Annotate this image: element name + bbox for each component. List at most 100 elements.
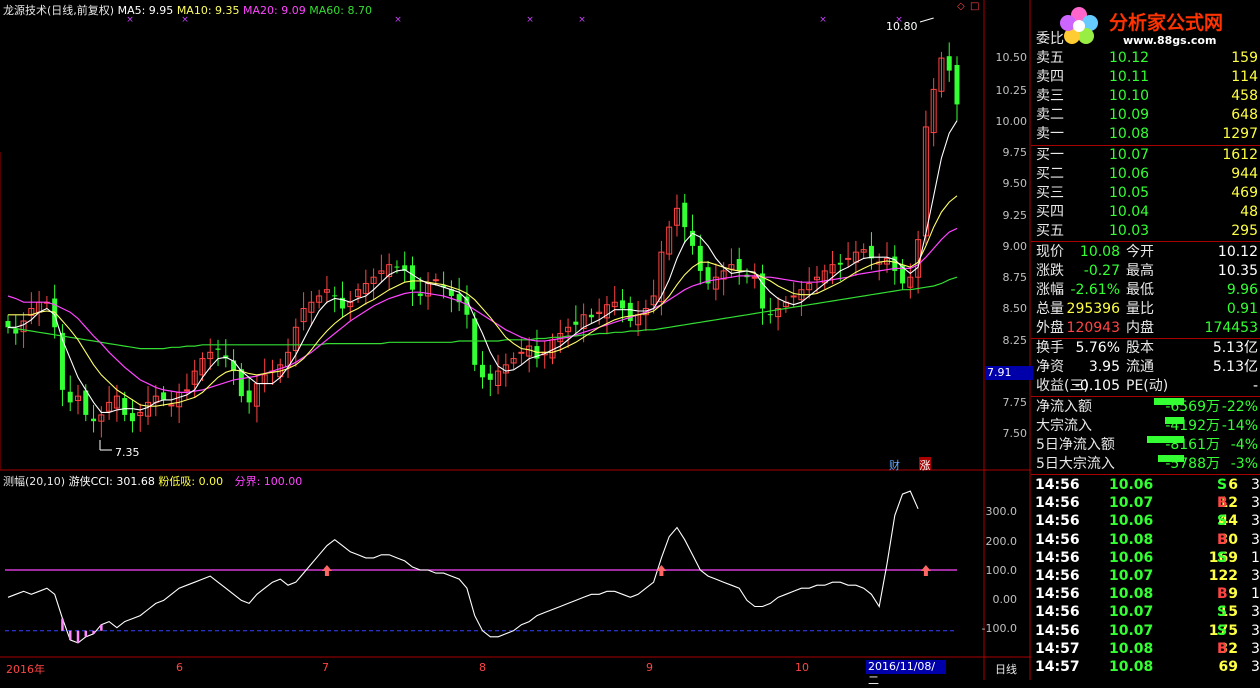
divider bbox=[1031, 241, 1260, 242]
quote-label: 最低 bbox=[1126, 282, 1154, 298]
flow-value: -6569万 bbox=[1165, 399, 1220, 415]
indicator-tick: 200.0 bbox=[985, 535, 1018, 548]
ask-price: 10.08 bbox=[1109, 126, 1150, 142]
indicator-axis: 300.0 200.0 100.0 0.00 -100.0 bbox=[982, 473, 1031, 658]
stats-row[interactable]: 收益(三) -0.105 PE(动) - bbox=[1031, 377, 1260, 396]
quote-value: 295396 bbox=[1066, 301, 1120, 317]
ask-volume: 648 bbox=[1231, 107, 1258, 123]
quote-row[interactable]: 涨跌 -0.27 最高 10.35 bbox=[1031, 262, 1260, 281]
restore-icon[interactable]: □ bbox=[970, 1, 979, 12]
rise-badge[interactable]: 涨 bbox=[919, 457, 931, 472]
tick-row[interactable]: 14:56 10.07 15 S 3 bbox=[1031, 603, 1260, 622]
stat-label: 净资 bbox=[1036, 359, 1064, 375]
ask-row[interactable]: 卖二 10.09 648 bbox=[1031, 106, 1260, 125]
tick-row[interactable]: 14:56 10.07 175 S 3 bbox=[1031, 622, 1260, 641]
flow-row[interactable]: 5日大宗流入 -5788万 -3% bbox=[1031, 455, 1260, 474]
tick-row[interactable]: 14:56 10.06 44 S 3 bbox=[1031, 512, 1260, 531]
divider bbox=[1031, 145, 1260, 146]
tick-side: B bbox=[1217, 640, 1228, 657]
quote-row[interactable]: 涨幅 -2.61% 最低 9.96 bbox=[1031, 281, 1260, 300]
candle-body bbox=[954, 64, 960, 105]
ask-row[interactable]: 卖四 10.11 114 bbox=[1031, 68, 1260, 87]
bid-row[interactable]: 买一 10.07 1612 bbox=[1031, 146, 1260, 165]
price-tick: 9.50 bbox=[1002, 177, 1028, 190]
price-tick: 10.50 bbox=[995, 51, 1028, 64]
flow-label: 净流入额 bbox=[1036, 399, 1092, 415]
period-button[interactable]: 日线 bbox=[995, 661, 1017, 677]
tick-row[interactable]: 14:56 10.06 169 S 10 bbox=[1031, 549, 1260, 568]
bid-price: 10.03 bbox=[1109, 223, 1150, 239]
order-book-header: 委比 bbox=[1031, 30, 1260, 49]
stat-label: PE(动) bbox=[1126, 378, 1169, 394]
quote-row[interactable]: 总量 295396 量比 0.91 bbox=[1031, 300, 1260, 319]
quote-row[interactable]: 外盘 120943 内盘 174453 bbox=[1031, 319, 1260, 338]
quote-value: 120943 bbox=[1066, 320, 1120, 336]
tick-price: 10.06 bbox=[1109, 513, 1154, 530]
tick-price: 10.06 bbox=[1109, 549, 1154, 566]
tick-price: 10.07 bbox=[1109, 604, 1154, 621]
tick-volume: 69 bbox=[1218, 659, 1238, 675]
candle-body bbox=[13, 329, 19, 334]
bid-label: 买三 bbox=[1036, 185, 1064, 201]
bid-row[interactable]: 买三 10.05 469 bbox=[1031, 184, 1260, 203]
tick-row[interactable]: 14:57 10.08 69 3 bbox=[1031, 658, 1260, 677]
ask-label: 卖五 bbox=[1036, 50, 1064, 66]
quote-label: 涨跌 bbox=[1036, 263, 1064, 279]
stock-title: 龙源技术(日线,前复权) bbox=[3, 4, 115, 17]
stat-value: 5.76% bbox=[1075, 340, 1120, 356]
flow-pct: -22% bbox=[1221, 399, 1258, 415]
high-label: 10.80 bbox=[886, 20, 918, 33]
indicator-tick: 0.00 bbox=[992, 593, 1018, 606]
ma5-label: MA5: 9.95 bbox=[117, 4, 174, 17]
ask-row[interactable]: 卖五 10.12 159 bbox=[1031, 49, 1260, 68]
candle-body bbox=[246, 390, 252, 403]
bid-price: 10.07 bbox=[1109, 147, 1150, 163]
kline-chart[interactable]: × × × × × × × bbox=[0, 0, 1031, 680]
bid-label: 买二 bbox=[1036, 166, 1064, 182]
candle-body bbox=[417, 293, 423, 296]
tick-extra: 3 bbox=[1251, 604, 1260, 621]
finance-badge[interactable]: 财 bbox=[889, 457, 900, 473]
ask-row[interactable]: 卖三 10.10 458 bbox=[1031, 87, 1260, 106]
tick-row[interactable]: 14:56 10.07 122 3 bbox=[1031, 567, 1260, 586]
candle-body bbox=[332, 295, 338, 297]
flow-row[interactable]: 大宗流入 -4192万 -14% bbox=[1031, 417, 1260, 436]
tick-extra: 3 bbox=[1251, 640, 1260, 657]
tick-row[interactable]: 14:56 10.07 12 B 3 bbox=[1031, 494, 1260, 513]
quote-label: 现价 bbox=[1036, 244, 1064, 260]
bid-volume: 1612 bbox=[1222, 147, 1258, 163]
signal-marker: × bbox=[578, 15, 586, 25]
tick-row[interactable]: 14:56 10.08 30 B 3 bbox=[1031, 531, 1260, 550]
ask-volume: 159 bbox=[1231, 50, 1258, 66]
tick-row[interactable]: 14:56 10.08 9 B 1 bbox=[1031, 585, 1260, 604]
tick-time: 14:56 bbox=[1035, 495, 1080, 512]
x-axis-year: 2016年 bbox=[6, 663, 45, 676]
quote-label: 今开 bbox=[1126, 244, 1154, 260]
candle-body bbox=[620, 300, 626, 309]
candle-body bbox=[83, 390, 89, 415]
x-axis-month: 8 bbox=[479, 661, 486, 674]
tick-row[interactable]: 14:57 10.08 32 B 3 bbox=[1031, 640, 1260, 659]
bid-row[interactable]: 买四 10.04 48 bbox=[1031, 203, 1260, 222]
candle-body bbox=[588, 314, 594, 318]
stats-row[interactable]: 换手 5.76% 股本 5.13亿 bbox=[1031, 339, 1260, 358]
candle-body bbox=[59, 332, 65, 390]
stats-row[interactable]: 净资 3.95 流通 5.13亿 bbox=[1031, 358, 1260, 377]
flow-row[interactable]: 净流入额 -6569万 -22% bbox=[1031, 398, 1260, 417]
candle-body bbox=[238, 369, 244, 397]
bid-row[interactable]: 买五 10.03 295 bbox=[1031, 222, 1260, 241]
bid-row[interactable]: 买二 10.06 944 bbox=[1031, 165, 1260, 184]
quote-row[interactable]: 现价 10.08 今开 10.12 bbox=[1031, 243, 1260, 262]
x-axis-month: 10 bbox=[795, 661, 809, 674]
diamond-icon[interactable]: ◇ bbox=[957, 1, 965, 12]
candle-body bbox=[837, 262, 843, 265]
quote-label: 涨幅 bbox=[1036, 282, 1064, 298]
candle-body bbox=[790, 295, 797, 298]
flow-row[interactable]: 5日净流入额 -8161万 -4% bbox=[1031, 436, 1260, 455]
candle-body bbox=[5, 321, 11, 328]
quote-panel: 分析家公式网 www.88gs.com 委比 卖五 10.12 159 卖四 10… bbox=[1031, 0, 1260, 680]
tick-row[interactable]: 14:56 10.06 6 S 3 bbox=[1031, 476, 1260, 495]
ask-label: 卖四 bbox=[1036, 69, 1064, 85]
quote-label: 内盘 bbox=[1126, 320, 1154, 336]
ask-row[interactable]: 卖一 10.08 1297 bbox=[1031, 125, 1260, 144]
